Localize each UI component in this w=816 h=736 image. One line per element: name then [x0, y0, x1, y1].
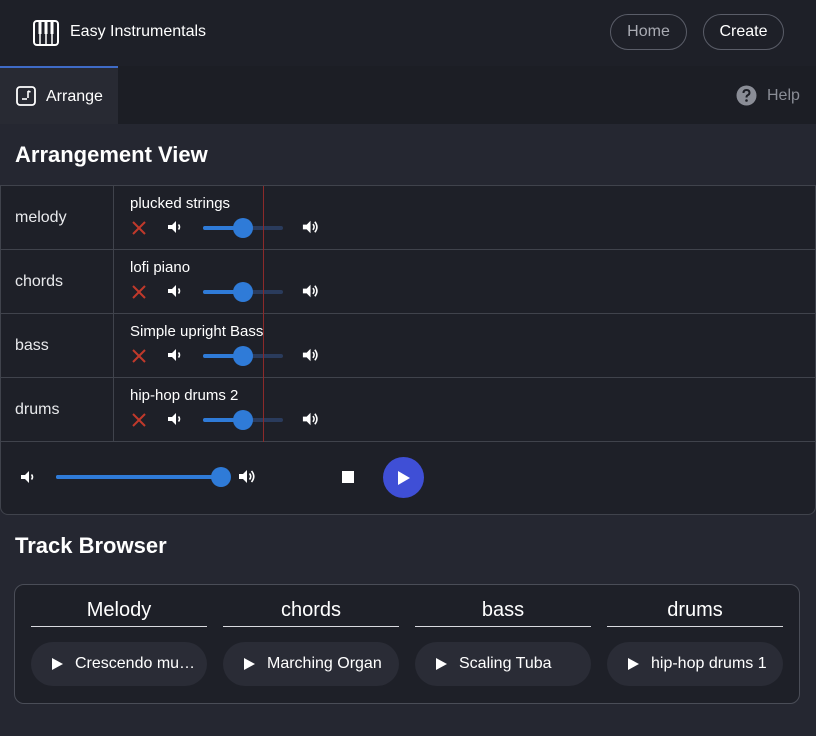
remove-clip-icon[interactable] [131, 412, 147, 428]
play-icon [398, 471, 410, 485]
track-volume-slider[interactable] [203, 218, 283, 238]
tab-bar: Arrange Help [0, 66, 816, 124]
master-volume-slider[interactable] [56, 467, 231, 487]
track-name: drums [15, 401, 60, 418]
track-name-cell: chords [1, 250, 114, 313]
volume-high-icon[interactable] [237, 466, 258, 487]
browser-column-header: chords [223, 599, 399, 627]
remove-clip-icon[interactable] [131, 348, 147, 364]
clip-name[interactable]: lofi piano [130, 259, 190, 276]
play-icon[interactable] [435, 657, 448, 671]
track-browser-title: Track Browser [15, 533, 167, 558]
track-name-cell: melody [1, 186, 114, 249]
volume-low-icon[interactable] [166, 282, 184, 300]
top-app-bar: Easy Instrumentals Home Create [0, 0, 816, 66]
clip-name[interactable]: hip-hop drums 2 [130, 387, 238, 404]
browser-track-item[interactable]: Scaling Tuba [415, 642, 591, 686]
volume-low-icon[interactable] [19, 468, 37, 486]
volume-high-icon[interactable] [301, 409, 321, 429]
remove-clip-icon[interactable] [131, 220, 147, 236]
app-title: Easy Instrumentals [70, 23, 207, 40]
track-volume-thumb[interactable] [233, 218, 253, 238]
track-volume-slider[interactable] [203, 282, 283, 302]
help-link[interactable]: Help [767, 87, 800, 105]
track-row-0: melody plucked strings [1, 186, 815, 250]
question-circle-icon[interactable] [736, 85, 757, 106]
clip-name[interactable]: plucked strings [130, 195, 230, 212]
track-name: chords [15, 273, 64, 290]
master-volume-thumb[interactable] [211, 467, 231, 487]
browser-column-header: bass [415, 599, 591, 627]
volume-low-icon[interactable] [166, 410, 184, 428]
stop-button[interactable] [337, 466, 359, 488]
arrangement-view-title: Arrangement View [15, 142, 208, 167]
piano-keys-icon [33, 20, 59, 46]
track-volume-thumb[interactable] [233, 282, 253, 302]
browser-column-header: Melody [31, 599, 207, 627]
track-volume-slider[interactable] [203, 410, 283, 430]
track-name-cell: drums [1, 378, 114, 441]
play-icon[interactable] [243, 657, 256, 671]
track-row-2: bass Simple upright Bass [1, 314, 815, 378]
arrangement-panel: melody plucked strings chords lofi piano bas… [0, 185, 816, 515]
volume-high-icon[interactable] [301, 345, 321, 365]
remove-clip-icon[interactable] [131, 284, 147, 300]
track-row-1: chords lofi piano [1, 250, 815, 314]
volume-high-icon[interactable] [301, 217, 321, 237]
browser-track-label: Crescendo music box [75, 655, 201, 672]
home-button[interactable]: Home [610, 14, 687, 50]
browser-track-item[interactable]: hip-hop drums 1 [607, 642, 783, 686]
tab-arrange-label: Arrange [46, 88, 103, 105]
track-name-cell: bass [1, 314, 114, 377]
track-name: melody [15, 209, 67, 226]
volume-high-icon[interactable] [301, 281, 321, 301]
play-icon[interactable] [627, 657, 640, 671]
create-button[interactable]: Create [703, 14, 784, 50]
browser-track-label: Scaling Tuba [459, 655, 552, 672]
play-button[interactable] [383, 457, 424, 498]
track-volume-thumb[interactable] [233, 346, 253, 366]
track-browser-panel: Melody Crescendo music box chords Marching … [14, 584, 800, 704]
track-row-3: drums hip-hop drums 2 [1, 378, 815, 442]
track-volume-thumb[interactable] [233, 410, 253, 430]
browser-track-label: hip-hop drums 1 [651, 655, 767, 672]
volume-low-icon[interactable] [166, 218, 184, 236]
browser-track-item[interactable]: Marching Organ [223, 642, 399, 686]
clip-name[interactable]: Simple upright Bass [130, 323, 263, 340]
play-icon[interactable] [51, 657, 64, 671]
track-volume-slider[interactable] [203, 346, 283, 366]
browser-track-item[interactable]: Crescendo music box [31, 642, 207, 686]
volume-low-icon[interactable] [166, 346, 184, 364]
playhead[interactable] [263, 186, 264, 442]
music-note-icon [16, 86, 36, 106]
browser-column-header: drums [607, 599, 783, 627]
browser-track-label: Marching Organ [267, 655, 382, 672]
tab-arrange[interactable]: Arrange [0, 66, 118, 124]
track-name: bass [15, 337, 49, 354]
